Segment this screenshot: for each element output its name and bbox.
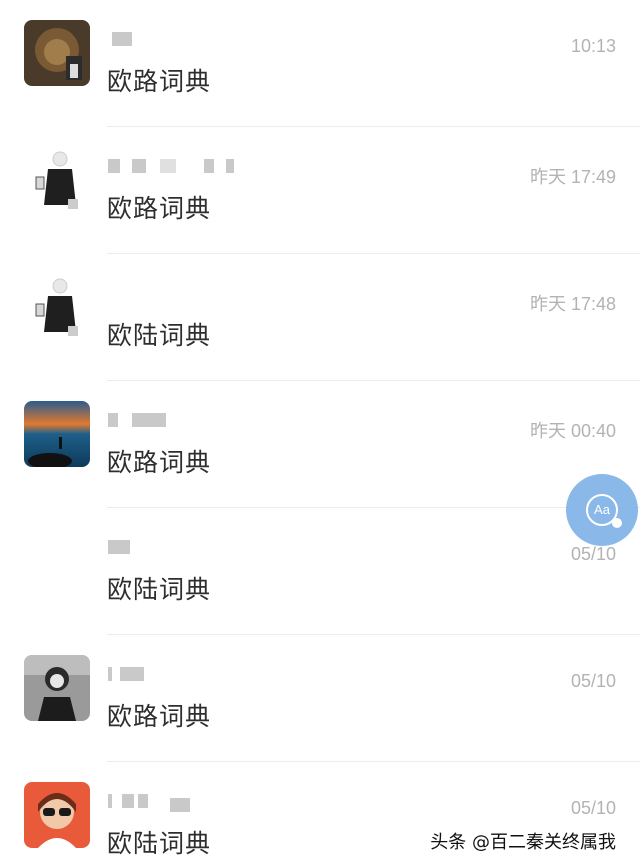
message-preview: 欧陆词典 — [107, 575, 212, 604]
avatar-woman-sunglasses[interactable] — [24, 782, 90, 848]
message-time: 昨天 17:48 — [529, 294, 616, 314]
message-preview: 欧路词典 — [107, 448, 212, 477]
message-preview: 欧路词典 — [107, 67, 212, 96]
chat-list: 欧路词典 10:13 欧路词典 昨天 17:49 欧陆词典 昨天 17:48 欧… — [0, 0, 640, 868]
chat-item[interactable]: 欧陆词典 05/10 — [0, 508, 640, 635]
message-time: 10:13 — [570, 36, 616, 56]
watermark: 头条 @百二秦关终属我 — [430, 832, 616, 853]
message-preview: 欧陆词典 — [107, 321, 212, 350]
chat-item[interactable]: 欧路词典 05/10 — [0, 635, 640, 762]
message-time: 05/10 — [570, 671, 616, 691]
chat-item[interactable]: 欧路词典 昨天 17:49 — [0, 127, 640, 254]
chat-item[interactable]: 欧陆词典 昨天 17:48 — [0, 254, 640, 381]
message-time: 昨天 00:40 — [529, 421, 616, 441]
button-dot — [612, 518, 622, 528]
message-preview: 欧路词典 — [107, 702, 212, 731]
avatar-figure[interactable] — [24, 274, 90, 340]
avatar-girl-bw[interactable] — [24, 655, 90, 721]
floating-translate-button[interactable]: Aa — [566, 474, 638, 546]
message-time: 05/10 — [570, 798, 616, 818]
message-time: 昨天 17:49 — [529, 167, 616, 187]
avatar-sunset[interactable] — [24, 401, 90, 467]
message-preview: 欧路词典 — [107, 194, 212, 223]
message-time: 05/10 — [570, 544, 616, 564]
avatar-figure[interactable] — [24, 147, 90, 213]
avatar-lion[interactable] — [24, 20, 90, 86]
chat-item[interactable]: 欧路词典 10:13 — [0, 0, 640, 127]
chat-item[interactable]: 欧路词典 昨天 00:40 — [0, 381, 640, 508]
message-preview: 欧陆词典 — [107, 829, 212, 858]
